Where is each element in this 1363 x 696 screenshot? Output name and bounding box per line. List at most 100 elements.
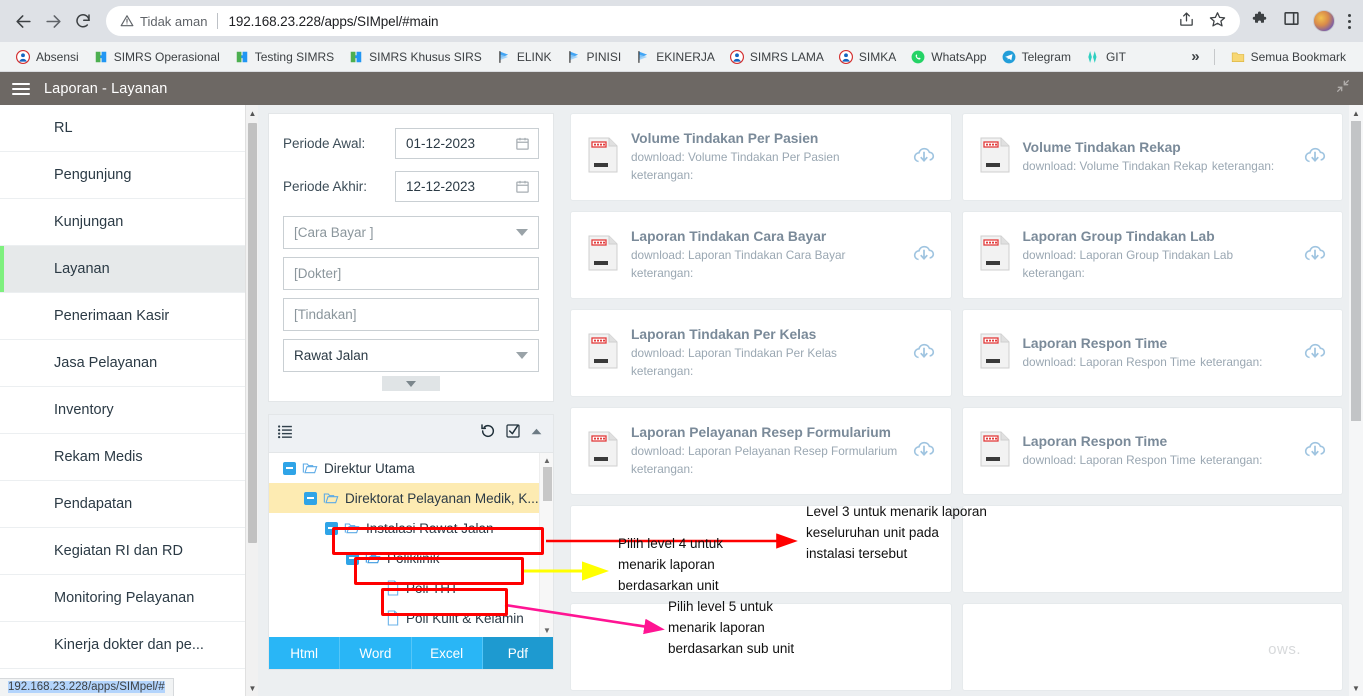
calendar-icon[interactable] — [515, 136, 530, 151]
report-title: Laporan Respon Time — [1022, 336, 1168, 351]
report-card[interactable]: Volume Tindakan Per Pasien download: Vol… — [570, 113, 952, 201]
check-square-icon[interactable] — [505, 423, 521, 444]
scroll-up-arrow-icon[interactable]: ▲ — [540, 453, 553, 467]
collapse-toggle-icon[interactable] — [304, 491, 317, 505]
bookmark-pinisi[interactable]: PINISI — [559, 46, 629, 68]
sidebar-item-layanan[interactable]: Layanan — [0, 246, 258, 293]
report-card-empty[interactable] — [961, 603, 1343, 691]
collapse-arrows-icon[interactable] — [1335, 78, 1351, 99]
download-cloud-icon[interactable] — [911, 240, 937, 271]
bookmark-git[interactable]: GIT — [1078, 46, 1133, 68]
download-cloud-icon[interactable] — [1302, 142, 1328, 173]
bookmark-star-icon[interactable] — [1209, 11, 1226, 31]
scroll-up-arrow-icon[interactable]: ▲ — [1349, 105, 1363, 121]
tree-node-poli-kulit-kelamin[interactable]: Poli Kulit & Kelamin — [269, 603, 553, 633]
report-card-empty[interactable] — [570, 505, 952, 593]
sidebar-item-penerimaan-kasir[interactable]: Penerimaan Kasir — [0, 293, 258, 340]
share-icon[interactable] — [1178, 11, 1195, 31]
calendar-icon[interactable] — [515, 179, 530, 194]
tree-scrollbar[interactable]: ▲ ▼ — [539, 453, 553, 637]
report-card[interactable]: Laporan Respon Time download: Laporan Re… — [961, 407, 1343, 495]
bookmark-absensi[interactable]: Absensi — [8, 46, 86, 68]
chevron-up-icon[interactable] — [530, 425, 543, 443]
tree-node-direktorat-pelayanan-medik[interactable]: Direktorat Pelayanan Medik, K... — [269, 483, 553, 513]
report-card[interactable]: Volume Tindakan Rekap download: Volume T… — [961, 113, 1343, 201]
sidebar-item-kegiatan-ri-dan-rd[interactable]: Kegiatan RI dan RD — [0, 528, 258, 575]
sidebar-scrollbar[interactable]: ▲ ▼ — [245, 105, 258, 696]
sidebar-item-rekam-medis[interactable]: Rekam Medis — [0, 434, 258, 481]
scrollbar-thumb[interactable] — [248, 123, 257, 543]
sidebar-item-label: Kegiatan RI dan RD — [54, 543, 183, 559]
reports-scrollbar[interactable]: ▲ ▼ — [1349, 105, 1363, 696]
scroll-up-arrow-icon[interactable]: ▲ — [246, 105, 258, 121]
periode-awal-input[interactable]: 01-12-2023 — [395, 128, 539, 159]
bookmark-simka[interactable]: SIMKA — [831, 46, 903, 68]
scroll-down-arrow-icon[interactable]: ▼ — [246, 680, 258, 696]
report-card[interactable]: Laporan Group Tindakan Lab download: Lap… — [961, 211, 1343, 299]
address-bar[interactable]: Tidak aman 192.168.23.228/apps/SIMpel/#m… — [106, 6, 1240, 36]
scrollbar-thumb[interactable] — [1351, 121, 1361, 421]
download-cloud-icon[interactable] — [1302, 436, 1328, 467]
bookmark-simrs-khusus-sirs[interactable]: SIMRS Khusus SIRS — [341, 46, 489, 68]
download-cloud-icon[interactable] — [1302, 240, 1328, 271]
tree-node-poliklinik[interactable]: Poliklinik — [269, 543, 553, 573]
hamburger-icon[interactable] — [12, 82, 30, 95]
export-pdf-button[interactable]: Pdf — [482, 637, 553, 669]
bookmark-elink[interactable]: ELINK — [489, 46, 559, 68]
sidebar-item-pendapatan[interactable]: Pendapatan — [0, 481, 258, 528]
report-card[interactable]: Laporan Tindakan Cara Bayar download: La… — [570, 211, 952, 299]
tree-node-poli-tht[interactable]: Poli THT — [269, 573, 553, 603]
tree-node-instalasi-rawat-jalan[interactable]: Instalasi Rawat Jalan — [269, 513, 553, 543]
jenis-layanan-select[interactable]: Rawat Jalan — [283, 339, 539, 372]
export-html-button[interactable]: Html — [269, 637, 341, 669]
all-bookmarks-button[interactable]: Semua Bookmark — [1223, 46, 1353, 68]
sidebar-item-jasa-pelayanan[interactable]: Jasa Pelayanan — [0, 340, 258, 387]
report-card[interactable]: Laporan Tindakan Per Kelas download: Lap… — [570, 309, 952, 397]
report-card-empty[interactable] — [961, 505, 1343, 593]
bookmark-testing-simrs[interactable]: Testing SIMRS — [227, 46, 341, 68]
export-excel-button[interactable]: Excel — [411, 637, 483, 669]
profile-avatar[interactable] — [1313, 10, 1335, 32]
collapse-toggle-icon[interactable] — [346, 551, 359, 565]
report-card[interactable]: Laporan Respon Time download: Laporan Re… — [961, 309, 1343, 397]
sidebar-item-inventory[interactable]: Inventory — [0, 387, 258, 434]
forward-button[interactable] — [38, 6, 68, 36]
scroll-down-arrow-icon[interactable]: ▼ — [540, 623, 553, 637]
tree-node-partial[interactable] — [269, 633, 553, 637]
bookmark-simrs-lama[interactable]: SIMRS LAMA — [722, 46, 831, 68]
cara-bayar-select[interactable]: [Cara Bayar ] — [283, 216, 539, 249]
tindakan-select[interactable]: [Tindakan] — [283, 298, 539, 331]
scrollbar-thumb[interactable] — [543, 467, 552, 501]
report-card[interactable]: Laporan Pelayanan Resep Formularium down… — [570, 407, 952, 495]
bookmarks-overflow-button[interactable]: » — [1185, 47, 1205, 66]
extensions-icon[interactable] — [1252, 10, 1270, 33]
side-panel-icon[interactable] — [1283, 10, 1300, 32]
periode-akhir-input[interactable]: 12-12-2023 — [395, 171, 539, 202]
collapse-toggle-icon[interactable] — [283, 461, 296, 475]
download-cloud-icon[interactable] — [1302, 338, 1328, 369]
sidebar-item-kinerja-dokter[interactable]: Kinerja dokter dan pe... — [0, 622, 258, 669]
history-undo-icon[interactable] — [480, 423, 496, 444]
download-cloud-icon[interactable] — [911, 436, 937, 467]
scroll-down-arrow-icon[interactable]: ▼ — [1349, 680, 1363, 696]
tree-node-direktur-utama[interactable]: Direktur Utama — [269, 453, 553, 483]
sidebar-item-rl[interactable]: RL — [0, 105, 258, 152]
dokter-select[interactable]: [Dokter] — [283, 257, 539, 290]
expand-more-filters-button[interactable] — [382, 376, 440, 391]
list-icon[interactable] — [277, 423, 294, 445]
download-cloud-icon[interactable] — [911, 338, 937, 369]
sidebar-item-kunjungan[interactable]: Kunjungan — [0, 199, 258, 246]
report-card-empty[interactable] — [570, 603, 952, 691]
sidebar-item-monitoring-pelayanan[interactable]: Monitoring Pelayanan — [0, 575, 258, 622]
reload-button[interactable] — [68, 6, 98, 36]
bookmark-ekinerja[interactable]: EKINERJA — [628, 46, 722, 68]
sidebar-item-pengunjung[interactable]: Pengunjung — [0, 152, 258, 199]
bookmark-simrs-operasional[interactable]: SIMRS Operasional — [86, 46, 227, 68]
bookmark-whatsapp[interactable]: WhatsApp — [903, 46, 993, 68]
download-cloud-icon[interactable] — [911, 142, 937, 173]
back-button[interactable] — [8, 6, 38, 36]
chrome-menu-icon[interactable] — [1348, 13, 1351, 29]
collapse-toggle-icon[interactable] — [325, 521, 338, 535]
bookmark-telegram[interactable]: Telegram — [994, 46, 1078, 68]
export-word-button[interactable]: Word — [340, 637, 412, 669]
